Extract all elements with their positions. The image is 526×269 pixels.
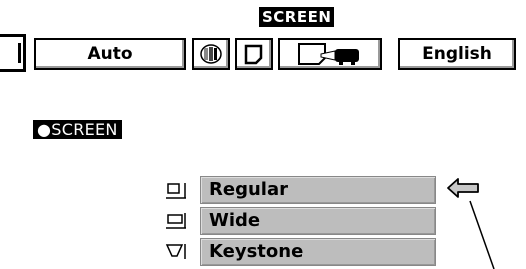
color-balance-button[interactable]	[192, 38, 230, 70]
screen-icon	[244, 44, 263, 65]
wide-screen-icon	[163, 210, 189, 232]
left-arrow-icon	[445, 177, 481, 199]
auto-button[interactable]: Auto	[34, 38, 186, 70]
menu-title: SCREEN	[259, 7, 335, 27]
screen-projector-button[interactable]	[278, 38, 382, 70]
regular-screen-icon	[163, 180, 189, 202]
keystone-icon	[163, 241, 189, 263]
section-label: ●SCREEN	[33, 120, 122, 139]
screen-button[interactable]	[235, 38, 273, 70]
side-tab-icon[interactable]	[0, 34, 26, 72]
screen-projector-icon	[298, 43, 359, 65]
option-wide[interactable]: Wide	[200, 207, 436, 235]
color-balance-icon	[200, 44, 222, 64]
language-button[interactable]: English	[398, 38, 516, 70]
option-keystone[interactable]: Keystone	[200, 238, 436, 266]
option-regular[interactable]: Regular	[200, 176, 436, 204]
